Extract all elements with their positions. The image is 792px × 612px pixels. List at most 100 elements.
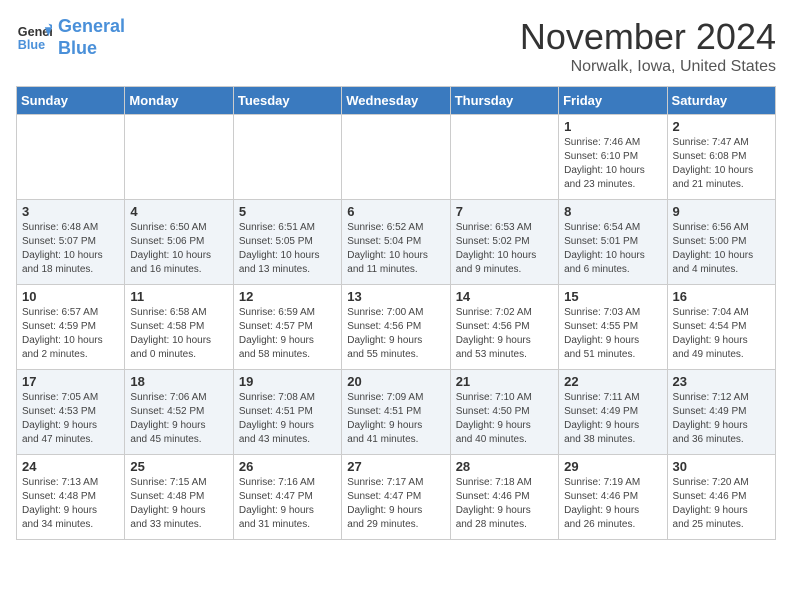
day-number: 7 (456, 204, 553, 219)
week-row-3: 17Sunrise: 7:05 AM Sunset: 4:53 PM Dayli… (17, 370, 776, 455)
day-number: 20 (347, 374, 444, 389)
day-info: Sunrise: 6:58 AM Sunset: 4:58 PM Dayligh… (130, 306, 227, 362)
weekday-header-thursday: Thursday (450, 87, 558, 115)
calendar-cell: 8 Sunrise: 6:54 AM Sunset: 5:01 PM Daylig… (559, 200, 667, 285)
calendar-cell: 2 Sunrise: 7:47 AM Sunset: 6:08 PM Daylig… (667, 115, 775, 200)
day-number: 27 (347, 459, 444, 474)
day-number: 5 (239, 204, 336, 219)
day-number: 8 (564, 204, 661, 219)
calendar-cell: 14 Sunrise: 7:02 AM Sunset: 4:56 PM Dayli… (450, 285, 558, 370)
calendar-cell: 27Sunrise: 7:17 AM Sunset: 4:47 PM Dayli… (342, 455, 450, 540)
calendar-cell: 11Sunrise: 6:58 AM Sunset: 4:58 PM Dayli… (125, 285, 233, 370)
svg-text:Blue: Blue (18, 37, 45, 51)
day-info: Sunrise: 7:05 AM Sunset: 4:53 PM Dayligh… (22, 391, 119, 447)
week-row-0: 1 Sunrise: 7:46 AM Sunset: 6:10 PM Daylig… (17, 115, 776, 200)
day-number: 25 (130, 459, 227, 474)
logo-line1: General (58, 16, 125, 36)
calendar-cell: 15Sunrise: 7:03 AM Sunset: 4:55 PM Dayli… (559, 285, 667, 370)
day-info: Sunrise: 7:02 AM Sunset: 4:56 PM Dayligh… (456, 306, 553, 362)
day-number: 22 (564, 374, 661, 389)
calendar-cell: 21Sunrise: 7:10 AM Sunset: 4:50 PM Dayli… (450, 370, 558, 455)
day-info: Sunrise: 6:56 AM Sunset: 5:00 PM Dayligh… (673, 221, 770, 277)
day-info: Sunrise: 6:57 AM Sunset: 4:59 PM Dayligh… (22, 306, 119, 362)
month-title: November 2024 (520, 16, 776, 58)
day-number: 18 (130, 374, 227, 389)
calendar-cell: 16 Sunrise: 7:04 AM Sunset: 4:54 PM Dayli… (667, 285, 775, 370)
day-info: Sunrise: 7:18 AM Sunset: 4:46 PM Dayligh… (456, 476, 553, 532)
day-number: 2 (673, 119, 770, 134)
calendar-cell: 13 Sunrise: 7:00 AM Sunset: 4:56 PM Dayli… (342, 285, 450, 370)
day-number: 28 (456, 459, 553, 474)
calendar-cell (17, 115, 125, 200)
day-number: 19 (239, 374, 336, 389)
day-info: Sunrise: 7:11 AM Sunset: 4:49 PM Dayligh… (564, 391, 661, 447)
day-number: 14 (456, 289, 553, 304)
calendar-cell: 25 Sunrise: 7:15 AM Sunset: 4:48 PM Dayli… (125, 455, 233, 540)
calendar-cell: 7 Sunrise: 6:53 AM Sunset: 5:02 PM Daylig… (450, 200, 558, 285)
day-info: Sunrise: 6:50 AM Sunset: 5:06 PM Dayligh… (130, 221, 227, 277)
day-info: Sunrise: 7:13 AM Sunset: 4:48 PM Dayligh… (22, 476, 119, 532)
weekday-header-sunday: Sunday (17, 87, 125, 115)
calendar-cell: 26 Sunrise: 7:16 AM Sunset: 4:47 PM Dayli… (233, 455, 341, 540)
calendar-cell: 19 Sunrise: 7:08 AM Sunset: 4:51 PM Dayli… (233, 370, 341, 455)
day-info: Sunrise: 7:16 AM Sunset: 4:47 PM Dayligh… (239, 476, 336, 532)
calendar-cell (342, 115, 450, 200)
calendar-cell: 30Sunrise: 7:20 AM Sunset: 4:46 PM Dayli… (667, 455, 775, 540)
week-row-2: 10Sunrise: 6:57 AM Sunset: 4:59 PM Dayli… (17, 285, 776, 370)
day-number: 26 (239, 459, 336, 474)
day-info: Sunrise: 6:53 AM Sunset: 5:02 PM Dayligh… (456, 221, 553, 277)
weekday-header-friday: Friday (559, 87, 667, 115)
weekday-header-saturday: Saturday (667, 87, 775, 115)
week-row-1: 3Sunrise: 6:48 AM Sunset: 5:07 PM Daylig… (17, 200, 776, 285)
day-info: Sunrise: 6:59 AM Sunset: 4:57 PM Dayligh… (239, 306, 336, 362)
calendar-cell: 3Sunrise: 6:48 AM Sunset: 5:07 PM Daylig… (17, 200, 125, 285)
logo-line2: Blue (58, 38, 97, 58)
day-number: 16 (673, 289, 770, 304)
day-number: 9 (673, 204, 770, 219)
day-info: Sunrise: 6:52 AM Sunset: 5:04 PM Dayligh… (347, 221, 444, 277)
day-number: 30 (673, 459, 770, 474)
day-info: Sunrise: 7:06 AM Sunset: 4:52 PM Dayligh… (130, 391, 227, 447)
day-info: Sunrise: 7:47 AM Sunset: 6:08 PM Dayligh… (673, 136, 770, 192)
day-info: Sunrise: 7:08 AM Sunset: 4:51 PM Dayligh… (239, 391, 336, 447)
page-header: General Blue General Blue November 2024 … (16, 16, 776, 76)
day-info: Sunrise: 7:46 AM Sunset: 6:10 PM Dayligh… (564, 136, 661, 192)
calendar-cell: 28 Sunrise: 7:18 AM Sunset: 4:46 PM Dayli… (450, 455, 558, 540)
calendar-table: SundayMondayTuesdayWednesdayThursdayFrid… (16, 86, 776, 540)
day-info: Sunrise: 6:48 AM Sunset: 5:07 PM Dayligh… (22, 221, 119, 277)
day-info: Sunrise: 7:00 AM Sunset: 4:56 PM Dayligh… (347, 306, 444, 362)
day-info: Sunrise: 7:12 AM Sunset: 4:49 PM Dayligh… (673, 391, 770, 447)
day-info: Sunrise: 7:09 AM Sunset: 4:51 PM Dayligh… (347, 391, 444, 447)
day-number: 1 (564, 119, 661, 134)
day-number: 13 (347, 289, 444, 304)
calendar-cell: 9 Sunrise: 6:56 AM Sunset: 5:00 PM Daylig… (667, 200, 775, 285)
weekday-header-tuesday: Tuesday (233, 87, 341, 115)
day-info: Sunrise: 6:54 AM Sunset: 5:01 PM Dayligh… (564, 221, 661, 277)
calendar-cell: 1 Sunrise: 7:46 AM Sunset: 6:10 PM Daylig… (559, 115, 667, 200)
calendar-cell: 12 Sunrise: 6:59 AM Sunset: 4:57 PM Dayli… (233, 285, 341, 370)
week-row-4: 24 Sunrise: 7:13 AM Sunset: 4:48 PM Dayli… (17, 455, 776, 540)
calendar-cell: 17Sunrise: 7:05 AM Sunset: 4:53 PM Dayli… (17, 370, 125, 455)
calendar-cell: 10Sunrise: 6:57 AM Sunset: 4:59 PM Dayli… (17, 285, 125, 370)
day-number: 6 (347, 204, 444, 219)
calendar-cell: 29Sunrise: 7:19 AM Sunset: 4:46 PM Dayli… (559, 455, 667, 540)
day-number: 15 (564, 289, 661, 304)
location: Norwalk, Iowa, United States (520, 58, 776, 76)
day-info: Sunrise: 7:15 AM Sunset: 4:48 PM Dayligh… (130, 476, 227, 532)
calendar-cell (125, 115, 233, 200)
day-info: Sunrise: 7:04 AM Sunset: 4:54 PM Dayligh… (673, 306, 770, 362)
day-info: Sunrise: 7:10 AM Sunset: 4:50 PM Dayligh… (456, 391, 553, 447)
day-number: 23 (673, 374, 770, 389)
day-number: 4 (130, 204, 227, 219)
title-block: November 2024 Norwalk, Iowa, United Stat… (520, 16, 776, 76)
weekday-header-row: SundayMondayTuesdayWednesdayThursdayFrid… (17, 87, 776, 115)
calendar-cell: 24 Sunrise: 7:13 AM Sunset: 4:48 PM Dayli… (17, 455, 125, 540)
day-number: 12 (239, 289, 336, 304)
calendar-cell: 4 Sunrise: 6:50 AM Sunset: 5:06 PM Daylig… (125, 200, 233, 285)
weekday-header-monday: Monday (125, 87, 233, 115)
calendar-cell (450, 115, 558, 200)
day-number: 24 (22, 459, 119, 474)
calendar-cell: 22 Sunrise: 7:11 AM Sunset: 4:49 PM Dayli… (559, 370, 667, 455)
calendar-cell: 18 Sunrise: 7:06 AM Sunset: 4:52 PM Dayli… (125, 370, 233, 455)
calendar-cell: 6 Sunrise: 6:52 AM Sunset: 5:04 PM Daylig… (342, 200, 450, 285)
